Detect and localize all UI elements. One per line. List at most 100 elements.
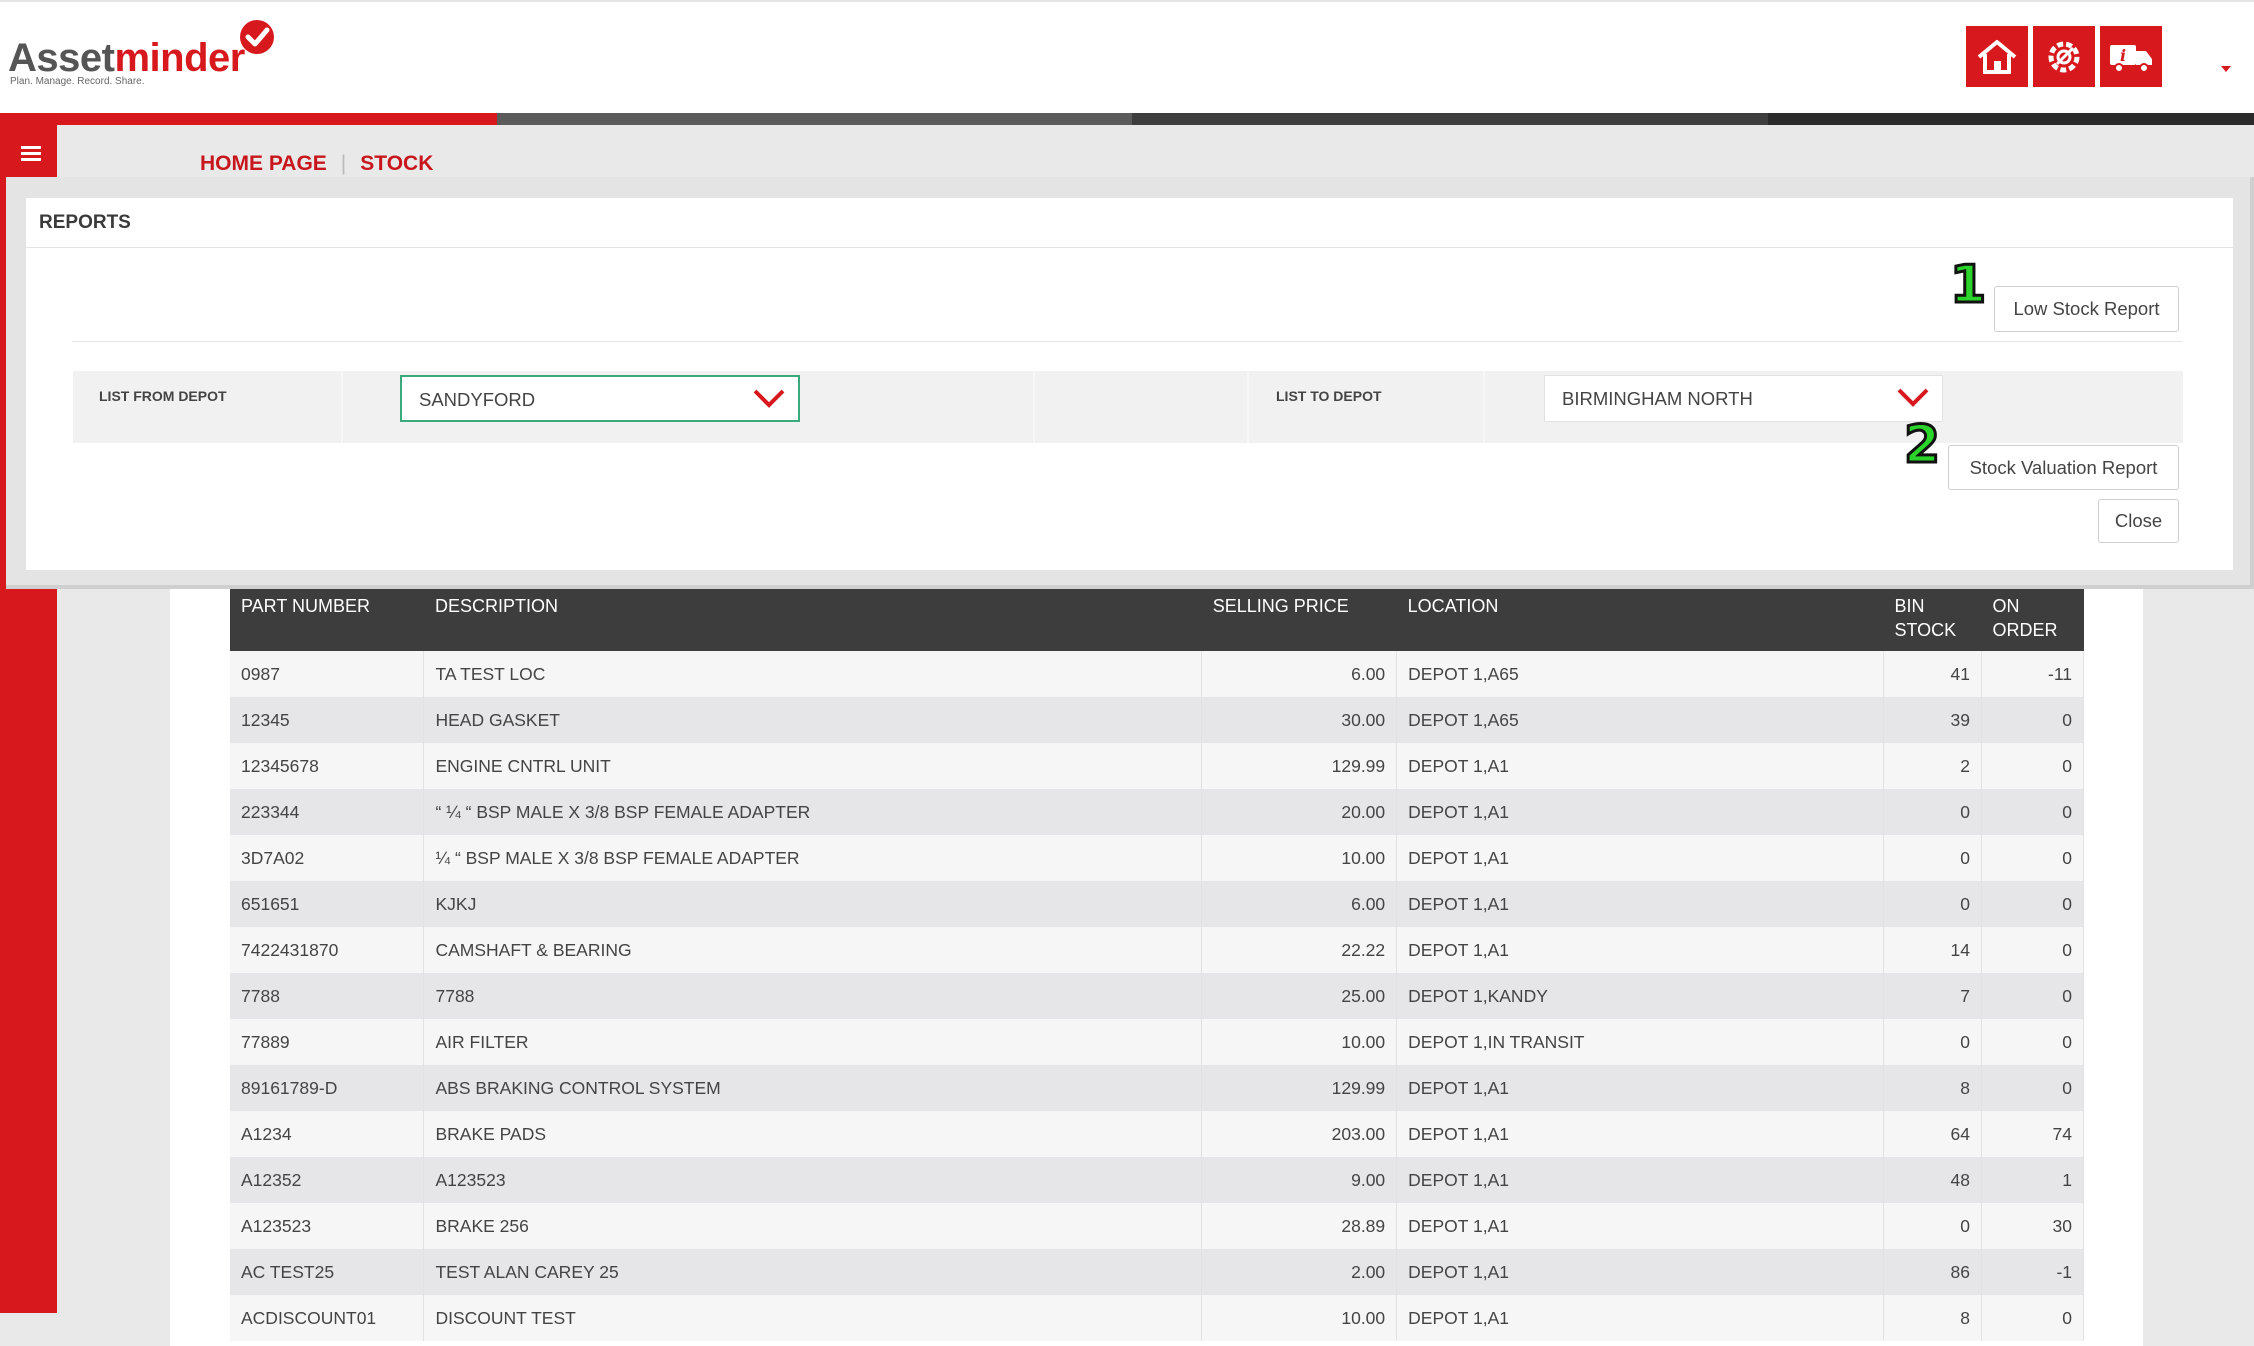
bin-stock-cell: 0 [1883,1019,1982,1065]
location-cell: DEPOT 1,A1 [1396,743,1884,789]
selling-price-cell: 25.00 [1201,973,1398,1019]
bin-stock-cell: 7 [1883,973,1982,1019]
reports-modal: REPORTS 1 Low Stock Report LIST FROM DEP… [26,198,2233,570]
vehicle-info-icon[interactable]: i [2100,26,2162,87]
location-cell: DEPOT 1,A65 [1396,697,1884,743]
part-number-cell: 0987 [230,651,425,697]
table-row[interactable]: 0987 TA TEST LOC 6.00 DEPOT 1,A65 41 -11 [230,651,2085,697]
selling-price-cell: 9.00 [1201,1157,1398,1203]
table-row[interactable]: 651651 KJKJ 6.00 DEPOT 1,A1 0 0 [230,881,2085,927]
hamburger-menu-icon[interactable] [6,130,56,178]
table-row[interactable]: 89161789-D ABS BRAKING CONTROL SYSTEM 129.… [230,1065,2085,1111]
location-cell: DEPOT 1,A65 [1396,651,1884,697]
location-cell: DEPOT 1,A1 [1396,1111,1884,1157]
part-number-cell: 223344 [230,789,425,835]
list-from-depot-select[interactable]: SANDYFORD [400,375,800,422]
table-header-row: PART NUMBER DESCRIPTION SELLING PRICE LO… [230,588,2084,651]
location-cell: DEPOT 1,KANDY [1396,973,1884,1019]
list-to-depot-select[interactable]: BIRMINGHAM NORTH [1544,375,1943,422]
on-order-cell: -11 [1981,651,2085,697]
table-row[interactable]: 12345678 ENGINE CNTRL UNIT 129.99 DEPOT 1,A… [230,743,2085,789]
bin-stock-cell: 8 [1883,1065,1982,1111]
breadcrumb-stock[interactable]: STOCK [360,152,433,176]
description-cell: BRAKE 256 [423,1203,1203,1249]
low-stock-report-button[interactable]: Low Stock Report [1994,286,2179,332]
selling-price-cell: 10.00 [1201,1295,1398,1341]
on-order-cell: -1 [1981,1249,2085,1295]
table-row[interactable]: 223344 “ ¼ “ BSP MALE X 3/8 BSP FEMALE AD… [230,789,2085,835]
table-row[interactable]: A1234 BRAKE PADS 203.00 DEPOT 1,A1 64 74 [230,1111,2085,1157]
selling-price-cell: 22.22 [1201,927,1398,973]
selling-price-cell: 6.00 [1201,651,1398,697]
on-order-cell: 0 [1981,697,2085,743]
on-order-cell: 0 [1981,1019,2085,1065]
modal-title: REPORTS [26,198,2233,248]
description-cell: KJKJ [423,881,1203,927]
table-row[interactable]: AC TEST25 TEST ALAN CAREY 25 2.00 DEPOT 1,A… [230,1249,2085,1295]
description-cell: AIR FILTER [423,1019,1203,1065]
part-number-cell: A12352 [230,1157,425,1203]
table-row[interactable]: 77889 AIR FILTER 10.00 DEPOT 1,IN TRANSIT 0 0 [230,1019,2085,1065]
location-cell: DEPOT 1,A1 [1396,881,1884,927]
part-number-cell: A1234 [230,1111,425,1157]
list-from-depot-label: LIST FROM DEPOT [99,388,227,404]
close-button[interactable]: Close [2098,499,2179,543]
column-header[interactable]: PART NUMBER [230,588,424,651]
annotation-marker-1: 1 [1948,254,1987,317]
description-cell: HEAD GASKET [423,697,1203,743]
location-cell: DEPOT 1,A1 [1396,835,1884,881]
part-number-cell: ACDISCOUNT01 [230,1295,425,1341]
table-row[interactable]: ACDISCOUNT01 DISCOUNT TEST 10.00 DEPOT 1,A1… [230,1295,2085,1341]
logo-tagline: Plan. Manage. Record. Share. [10,76,145,87]
table-row[interactable]: A123523 BRAKE 256 28.89 DEPOT 1,A1 0 30 [230,1203,2085,1249]
column-header[interactable]: ON ORDER [1981,588,2084,651]
description-cell: CAMSHAFT & BEARING [423,927,1203,973]
description-cell: BRAKE PADS [423,1111,1203,1157]
home-icon[interactable] [1966,26,2028,87]
breadcrumb-home[interactable]: HOME PAGE [200,152,327,176]
part-number-cell: AC TEST25 [230,1249,425,1295]
selling-price-cell: 28.89 [1201,1203,1398,1249]
user-menu-caret-icon[interactable] [2221,66,2231,72]
checkmark-icon [240,20,274,54]
table-row[interactable]: 12345 HEAD GASKET 30.00 DEPOT 1,A65 39 0 [230,697,2085,743]
list-to-depot-label: LIST TO DEPOT [1276,388,1382,404]
table-row[interactable]: 7422431870 CAMSHAFT & BEARING 22.22 DEPOT 1… [230,927,2085,973]
on-order-cell: 0 [1981,789,2085,835]
column-header[interactable]: DESCRIPTION [423,588,1202,651]
column-header[interactable]: LOCATION [1396,588,1884,651]
bin-stock-cell: 8 [1883,1295,1982,1341]
part-number-cell: A123523 [230,1203,425,1249]
table-row[interactable]: 3D7A02 ¼ “ BSP MALE X 3/8 BSP FEMALE ADAP… [230,835,2085,881]
on-order-cell: 0 [1981,927,2085,973]
column-header[interactable]: SELLING PRICE [1201,588,1397,651]
list-from-depot-value: SANDYFORD [419,389,536,410]
part-number-cell: 7788 [230,973,425,1019]
description-cell: ¼ “ BSP MALE X 3/8 BSP FEMALE ADAPTER [423,835,1203,881]
on-order-cell: 0 [1981,973,2085,1019]
on-order-cell: 0 [1981,835,2085,881]
selling-price-cell: 10.00 [1201,1019,1398,1065]
header-stripe [497,113,1132,125]
on-order-cell: 30 [1981,1203,2085,1249]
table-row[interactable]: A12352 A123523 9.00 DEPOT 1,A1 48 1 [230,1157,2085,1203]
filter-cell [1035,371,1247,443]
bin-stock-cell: 64 [1883,1111,1982,1157]
assetminder-logo[interactable]: Assetminder Plan. Manage. Record. Share. [8,20,288,90]
bin-stock-cell: 48 [1883,1157,1982,1203]
part-number-cell: 7422431870 [230,927,425,973]
settings-gear-icon[interactable] [2033,26,2095,87]
header-stripe [1132,113,1768,125]
bin-stock-cell: 39 [1883,697,1982,743]
description-cell: TA TEST LOC [423,651,1203,697]
top-header: Assetminder Plan. Manage. Record. Share.… [0,0,2254,113]
column-header[interactable]: BIN STOCK [1883,588,1982,651]
description-cell: ENGINE CNTRL UNIT [423,743,1203,789]
breadcrumb-separator: | [340,152,347,175]
table-row[interactable]: 7788 7788 25.00 DEPOT 1,KANDY 7 0 [230,973,2085,1019]
stock-valuation-report-button[interactable]: Stock Valuation Report [1948,445,2179,490]
part-number-cell: 12345678 [230,743,425,789]
header-stripe [1768,113,2254,125]
bin-stock-cell: 86 [1883,1249,1982,1295]
bin-stock-cell: 0 [1883,881,1982,927]
